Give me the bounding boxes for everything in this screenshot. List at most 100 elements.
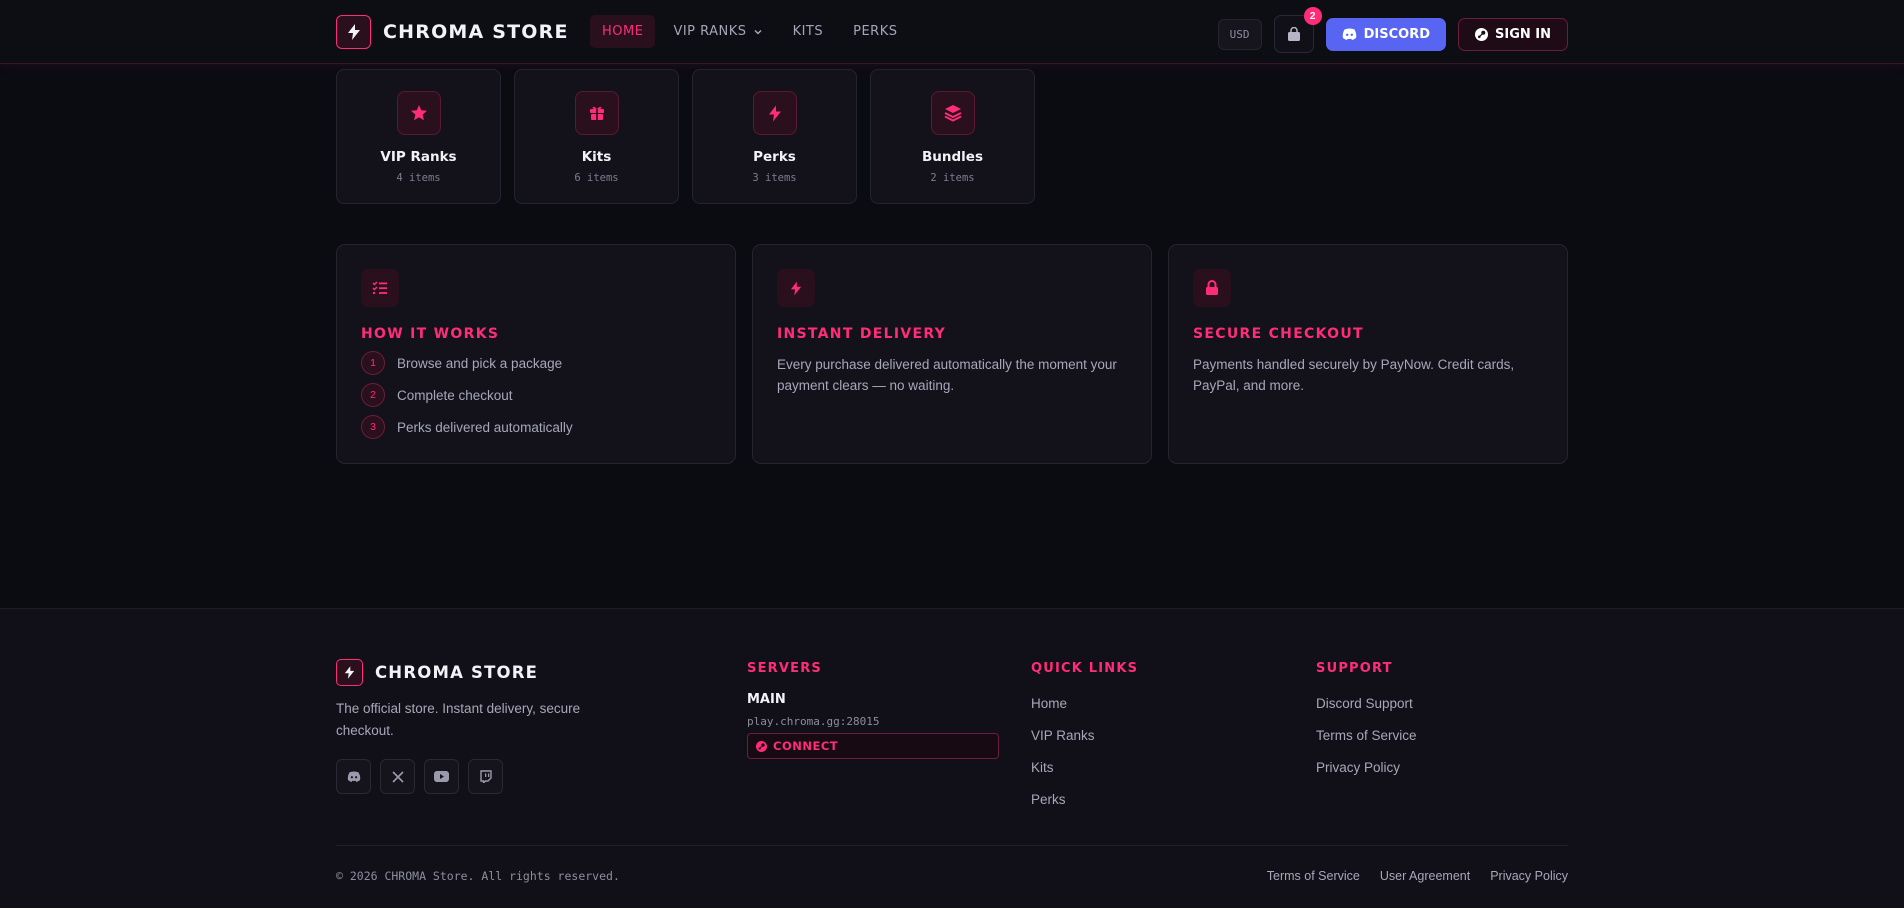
bolt-icon bbox=[336, 659, 363, 686]
category-count: 2 items bbox=[930, 172, 975, 184]
footer: CHROMA STORE The official store. Instant… bbox=[0, 608, 1904, 908]
currency-label: USD bbox=[1229, 27, 1250, 41]
support-column: SUPPORT Discord Support Terms of Service… bbox=[1316, 661, 1417, 778]
nav-kits-label: KITS bbox=[792, 24, 824, 39]
nav-vip-ranks[interactable]: VIP RANKS bbox=[661, 15, 774, 48]
category-count: 6 items bbox=[574, 172, 619, 184]
support-title: SUPPORT bbox=[1316, 661, 1393, 676]
server-name: MAIN bbox=[747, 692, 786, 707]
category-count: 4 items bbox=[396, 172, 441, 184]
chevron-down-icon bbox=[754, 29, 762, 35]
footer-divider bbox=[336, 845, 1568, 846]
step-number: 3 bbox=[361, 415, 385, 439]
category-grid: VIP Ranks 4 items Kits 6 items Perks 3 i… bbox=[336, 69, 1035, 204]
footer-link-privacy[interactable]: Privacy Policy bbox=[1316, 760, 1417, 778]
bolt-icon bbox=[752, 91, 797, 135]
legal-link-privacy[interactable]: Privacy Policy bbox=[1490, 869, 1568, 883]
gift-icon bbox=[574, 91, 619, 135]
social-twitch[interactable] bbox=[468, 759, 503, 794]
sign-in-button[interactable]: SIGN IN bbox=[1458, 17, 1568, 51]
nav-kits[interactable]: KITS bbox=[781, 15, 836, 48]
step-text: Complete checkout bbox=[397, 387, 513, 403]
social-discord[interactable] bbox=[336, 759, 371, 794]
category-name: Kits bbox=[581, 149, 612, 165]
top-navbar: CHROMA STORE HOME VIP RANKS KITS PERKS U… bbox=[0, 0, 1904, 64]
nav-home-label: HOME bbox=[602, 24, 644, 39]
category-card-perks[interactable]: Perks 3 items bbox=[692, 69, 857, 204]
category-count: 3 items bbox=[752, 172, 797, 184]
servers-column: SERVERS MAIN play.chroma.gg:28015 CONNEC… bbox=[747, 661, 999, 759]
category-name: Perks bbox=[753, 149, 796, 165]
step-number: 2 bbox=[361, 383, 385, 407]
card-text: Payments handled securely by PayNow. Cre… bbox=[1193, 357, 1515, 393]
category-card-vip-ranks[interactable]: VIP Ranks 4 items bbox=[336, 69, 501, 204]
cart-count-badge: 2 bbox=[1303, 7, 1322, 25]
servers-title: SERVERS bbox=[747, 661, 822, 676]
card-title: INSTANT DELIVERY bbox=[777, 326, 947, 342]
bolt-icon bbox=[777, 269, 815, 307]
nav-home[interactable]: HOME bbox=[590, 15, 656, 48]
footer-brand-name: CHROMA STORE bbox=[375, 663, 539, 682]
category-card-kits[interactable]: Kits 6 items bbox=[514, 69, 679, 204]
steam-icon bbox=[1475, 27, 1488, 41]
shopping-bag-icon bbox=[1287, 26, 1300, 41]
brand-logo[interactable]: CHROMA STORE bbox=[336, 15, 569, 49]
social-youtube[interactable] bbox=[424, 759, 459, 794]
steps-list: 1 Browse and pick a package 2 Complete c… bbox=[361, 351, 711, 439]
footer-link-terms[interactable]: Terms of Service bbox=[1316, 728, 1417, 746]
social-links bbox=[336, 759, 503, 794]
discord-button[interactable]: DISCORD bbox=[1325, 17, 1446, 51]
cart-button[interactable]: 2 bbox=[1273, 7, 1322, 53]
nav-perks-label: PERKS bbox=[853, 24, 898, 39]
legal-link-terms[interactable]: Terms of Service bbox=[1267, 869, 1360, 883]
footer-link-kits[interactable]: Kits bbox=[1031, 760, 1138, 778]
connect-label: CONNECT bbox=[773, 739, 839, 753]
social-x[interactable] bbox=[380, 759, 415, 794]
x-icon bbox=[391, 770, 404, 783]
step-item: 1 Browse and pick a package bbox=[361, 351, 711, 375]
secure-checkout-card: SECURE CHECKOUT Payments handled securel… bbox=[1168, 244, 1568, 464]
step-text: Browse and pick a package bbox=[397, 355, 563, 371]
card-title: SECURE CHECKOUT bbox=[1193, 326, 1364, 342]
steam-icon bbox=[756, 740, 767, 752]
legal-links: Terms of Service User Agreement Privacy … bbox=[1267, 869, 1568, 883]
card-text: Every purchase delivered automatically t… bbox=[777, 357, 1117, 393]
server-address[interactable]: play.chroma.gg:28015 bbox=[747, 715, 999, 728]
youtube-icon bbox=[434, 771, 449, 782]
discord-button-label: DISCORD bbox=[1363, 26, 1430, 42]
step-item: 2 Complete checkout bbox=[361, 383, 711, 407]
layers-icon bbox=[930, 91, 975, 135]
step-text: Perks delivered automatically bbox=[397, 419, 573, 435]
step-item: 3 Perks delivered automatically bbox=[361, 415, 711, 439]
brand-name: CHROMA STORE bbox=[383, 21, 569, 43]
nav-perks[interactable]: PERKS bbox=[841, 15, 909, 48]
nav-vip-ranks-label: VIP RANKS bbox=[673, 24, 747, 39]
card-title: HOW IT WORKS bbox=[361, 326, 500, 342]
category-name: Bundles bbox=[922, 149, 983, 165]
footer-link-perks[interactable]: Perks bbox=[1031, 792, 1138, 810]
step-number: 1 bbox=[361, 351, 385, 375]
how-it-works-card: HOW IT WORKS 1 Browse and pick a package… bbox=[336, 244, 736, 464]
footer-link-vip-ranks[interactable]: VIP Ranks bbox=[1031, 728, 1138, 746]
currency-selector[interactable]: USD bbox=[1217, 18, 1262, 50]
footer-link-discord-support[interactable]: Discord Support bbox=[1316, 696, 1417, 714]
bolt-icon bbox=[336, 15, 371, 49]
category-card-bundles[interactable]: Bundles 2 items bbox=[870, 69, 1035, 204]
info-section: HOW IT WORKS 1 Browse and pick a package… bbox=[336, 244, 1568, 464]
star-icon bbox=[396, 91, 441, 135]
category-name: VIP Ranks bbox=[380, 149, 457, 165]
connect-button[interactable]: CONNECT bbox=[747, 733, 999, 759]
sign-in-label: SIGN IN bbox=[1495, 26, 1551, 42]
instant-delivery-card: INSTANT DELIVERY Every purchase delivere… bbox=[752, 244, 1152, 464]
checklist-icon bbox=[361, 269, 399, 307]
footer-link-home[interactable]: Home bbox=[1031, 696, 1138, 714]
lock-icon bbox=[1193, 269, 1231, 307]
main-nav: HOME VIP RANKS KITS PERKS bbox=[590, 15, 910, 48]
copyright: © 2026 CHROMA Store. All rights reserved… bbox=[336, 869, 620, 883]
twitch-icon bbox=[479, 770, 492, 783]
footer-brand[interactable]: CHROMA STORE bbox=[336, 659, 538, 686]
legal-link-user-agreement[interactable]: User Agreement bbox=[1380, 869, 1470, 883]
footer-description: The official store. Instant delivery, se… bbox=[336, 701, 581, 738]
discord-icon bbox=[1342, 28, 1356, 40]
quick-links-title: QUICK LINKS bbox=[1031, 661, 1139, 676]
